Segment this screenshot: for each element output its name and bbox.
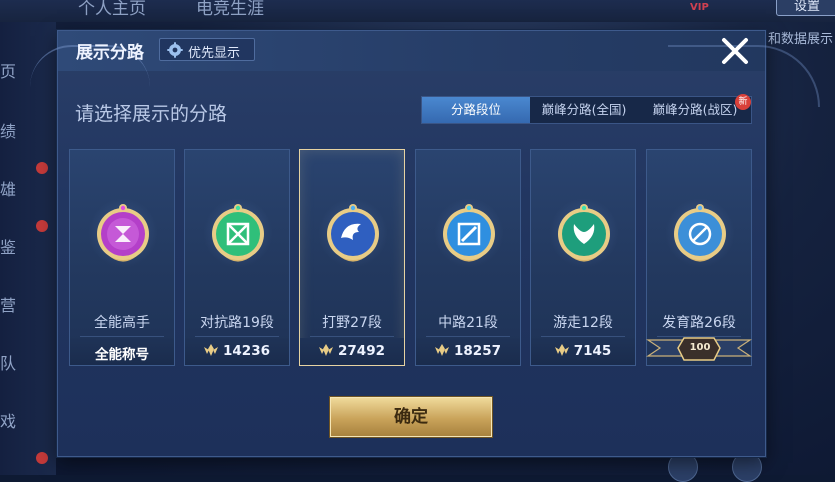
points-icon	[554, 344, 569, 356]
route-display-dialog: 展示分路 优先显示 请选择展示的分路 分路段位 巅峰分路(全国) 巅峰分路(战区…	[30, 30, 820, 457]
bg-new-dot	[36, 220, 48, 232]
peak-score: 7145	[531, 343, 635, 359]
route-card-jungle[interactable]: 打野27段 27492	[299, 149, 405, 366]
card-footer: 18257	[416, 338, 520, 365]
route-tabs: 分路段位 巅峰分路(全国) 巅峰分路(战区) 新	[421, 94, 752, 124]
route-name: 对抗路19段	[200, 315, 274, 331]
bg-settings-button[interactable]: 设置	[776, 0, 835, 16]
background-sidebar: 页 绩 雄 鉴 营 队 戏	[0, 22, 56, 475]
farm-lane-emblem-icon	[674, 204, 726, 262]
bg-sidebar-item[interactable]: 鉴	[0, 234, 16, 258]
bg-sidebar-item[interactable]: 绩	[0, 118, 16, 142]
bg-new-dot	[36, 162, 48, 174]
card-divider	[195, 336, 279, 337]
jungle-emblem-icon	[327, 204, 379, 262]
route-card-roam[interactable]: 游走12段 7145	[530, 149, 636, 366]
mid-lane-emblem-icon	[443, 204, 495, 262]
card-footer: 14236	[185, 338, 289, 365]
selection-prompt: 请选择展示的分路	[75, 103, 228, 125]
confirm-button[interactable]: 确定	[330, 397, 492, 437]
points-icon	[435, 344, 450, 356]
points-icon	[204, 344, 219, 356]
card-divider	[426, 336, 510, 337]
route-card-top-lane[interactable]: 对抗路19段 14236	[184, 149, 290, 366]
peak-score-value: 18257	[454, 343, 501, 359]
bg-right-text: 和数据展示	[768, 32, 834, 47]
route-card-all-round[interactable]: 全能高手 全能称号	[69, 149, 175, 366]
points-icon	[319, 344, 334, 356]
tab-route-rank[interactable]: 分路段位	[422, 97, 530, 123]
tab-peak-national[interactable]: 巅峰分路(全国)	[530, 97, 638, 123]
card-footer: 27492	[300, 338, 404, 365]
bg-new-dot	[36, 452, 48, 464]
vip-tag: VIP	[690, 2, 709, 13]
peak-score: 18257	[416, 343, 520, 359]
bg-sidebar-item[interactable]: 队	[0, 350, 16, 374]
card-footer: 全能称号	[70, 338, 174, 365]
bg-sidebar-item[interactable]: 营	[0, 292, 16, 316]
route-name: 打野27段	[322, 315, 382, 331]
card-divider	[80, 336, 164, 337]
background-top-bar: 个人主页 电竞生涯 VIP 设置	[0, 0, 835, 22]
all-round-emblem-icon	[97, 204, 149, 262]
bg-sidebar-item[interactable]: 页	[0, 58, 16, 82]
new-badge: 新	[735, 94, 751, 110]
gear-icon	[167, 42, 183, 58]
route-name: 发育路26段	[662, 315, 736, 331]
route-card-mid-lane[interactable]: 中路21段 18257	[415, 149, 521, 366]
peak-score-value: 27492	[338, 343, 385, 359]
card-divider	[310, 336, 394, 337]
bg-sidebar-item[interactable]: 雄	[0, 176, 16, 200]
route-card-farm-lane[interactable]: 发育路26段 100	[646, 149, 752, 366]
rank-ribbon-value: 100	[689, 342, 711, 353]
route-name: 中路21段	[438, 315, 498, 331]
top-lane-emblem-icon	[212, 204, 264, 262]
priority-display-label: 优先显示	[188, 46, 241, 61]
route-name: 游走12段	[553, 315, 613, 331]
card-divider	[541, 336, 625, 337]
peak-score: 27492	[300, 343, 404, 359]
card-footer: 7145	[531, 338, 635, 365]
peak-score: 14236	[185, 343, 289, 359]
peak-score-value: 14236	[223, 343, 270, 359]
bg-tab-profile[interactable]: 个人主页	[78, 0, 146, 19]
peak-score-value: 7145	[573, 343, 612, 359]
priority-display-button[interactable]: 优先显示	[159, 38, 255, 61]
dialog-title: 展示分路	[76, 43, 144, 63]
all-round-title-label: 全能称号	[95, 347, 149, 363]
roam-emblem-icon	[558, 204, 610, 262]
bg-sidebar-item[interactable]: 戏	[0, 408, 16, 432]
route-name: 全能高手	[94, 315, 150, 331]
bg-tab-career[interactable]: 电竞生涯	[196, 0, 264, 19]
close-icon[interactable]	[720, 36, 750, 66]
